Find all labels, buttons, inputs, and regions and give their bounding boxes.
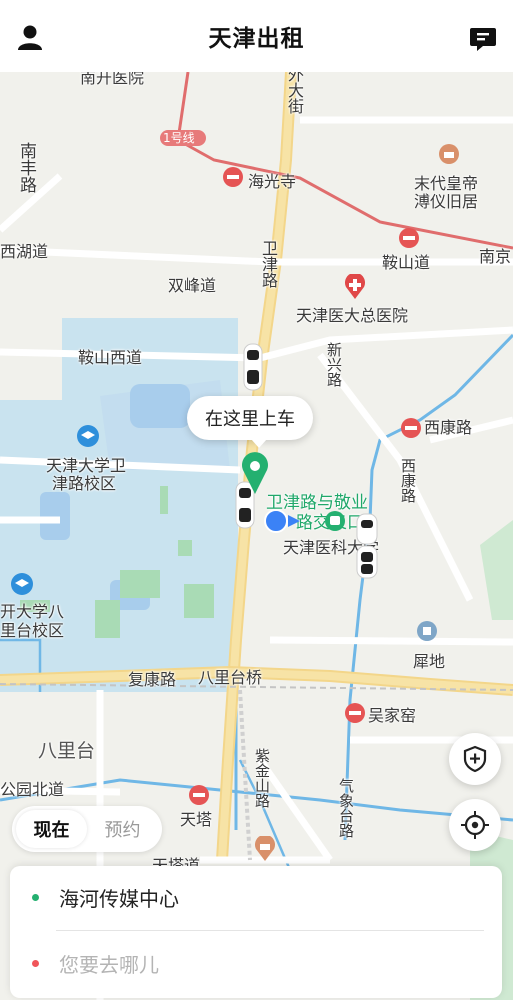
bus-stop-icon [325, 511, 345, 531]
pickup-dot [32, 893, 39, 901]
shield-plus-icon [463, 745, 487, 773]
current-location-icon [264, 509, 300, 533]
school-icon [77, 425, 99, 447]
destination-field[interactable]: 您要去哪儿 [10, 932, 502, 994]
map-label: 南丰路 [16, 142, 36, 193]
page-title: 天津出租 [208, 26, 305, 52]
pickup-pin-icon [242, 452, 268, 494]
metro-icon [189, 785, 209, 805]
map-label: 八里台桥 [198, 668, 263, 687]
map-label: 西湖道 [0, 242, 49, 261]
metro-icon [345, 703, 365, 723]
top-bar: 天津出租 [0, 0, 513, 72]
divider [56, 930, 484, 931]
map-label: 公园北道 [0, 780, 65, 799]
pickup-location: 海河传媒中心 [59, 886, 179, 911]
map-view[interactable]: 南开医院 1号线 海光寺 末代皇帝 溥仪旧居 南丰路 西湖道 双峰道 鞍山道 南… [0, 72, 513, 1000]
map-label: 犀地 [413, 652, 446, 671]
taxi-car-icon [243, 343, 263, 391]
trip-card: 海河传媒中心 您要去哪儿 [10, 866, 502, 998]
landmark-icon [439, 144, 459, 164]
landmark-icon [255, 836, 275, 861]
map-label: 气象台路 [337, 778, 355, 838]
metro-icon [401, 418, 421, 438]
metro-icon [399, 228, 419, 248]
tab-reserve[interactable]: 预约 [87, 810, 158, 848]
locate-button[interactable] [449, 799, 501, 851]
pickup-field[interactable]: 海河传媒中心 [10, 866, 502, 928]
building-icon [417, 621, 437, 641]
map-label: 鞍山道 [382, 253, 431, 272]
taxi-car-icon [356, 513, 378, 579]
map-label: 天塔 [180, 810, 213, 829]
map-label: 双峰道 [168, 276, 217, 295]
map-label: 津路校区 [52, 474, 117, 493]
map-label: 西康路 [399, 458, 417, 503]
hospital-icon [345, 274, 365, 299]
ride-mode-tabs: 现在 预约 [12, 806, 162, 852]
map-label: 鞍山西道 [78, 348, 143, 367]
map-label: 南京 [479, 247, 512, 266]
map-label: 卫津路 [259, 240, 278, 288]
destination-dot [32, 959, 39, 967]
user-icon[interactable] [14, 22, 46, 54]
metro-line-label: 1号线 [163, 131, 195, 145]
map-label: 外大街 [285, 72, 304, 114]
school-icon [11, 573, 33, 595]
safety-button[interactable] [449, 733, 501, 785]
map-label: 八里台 [38, 740, 96, 762]
destination-placeholder: 您要去哪儿 [59, 952, 159, 977]
metro-icon [223, 167, 243, 187]
map-label: 紫金山路 [253, 748, 271, 808]
map-label: 天津医大总医院 [296, 306, 409, 325]
map-label: 南开医院 [80, 72, 145, 87]
map-label: 溥仪旧居 [414, 192, 479, 211]
map-label: 吴家窑 [368, 706, 417, 725]
pickup-bubble[interactable]: 在这里上车 [187, 396, 313, 448]
locate-icon [461, 811, 489, 839]
tab-now[interactable]: 现在 [16, 810, 87, 848]
map-label: 复康路 [128, 670, 177, 689]
map-label: 新兴路 [325, 342, 343, 387]
map-label: 西康路 [424, 418, 473, 437]
message-icon[interactable] [467, 22, 499, 54]
map-label: 海光寺 [248, 172, 297, 191]
map-label: 里台校区 [0, 621, 65, 640]
